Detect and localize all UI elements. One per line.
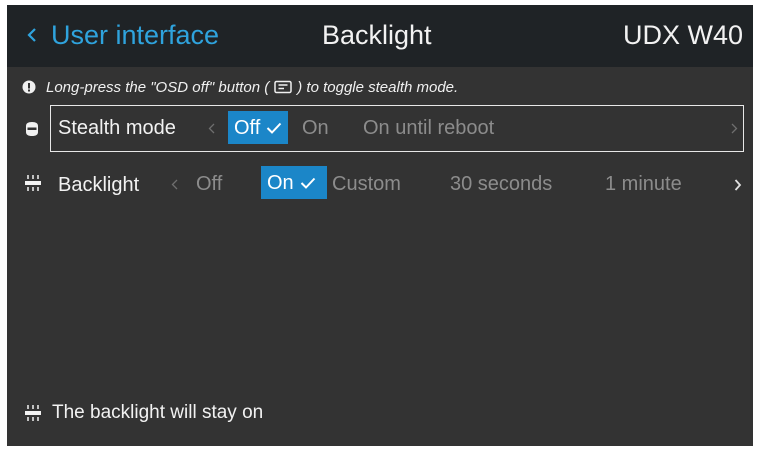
device-model: UDX W40 <box>622 20 743 50</box>
chevron-left-icon <box>27 28 36 42</box>
info-text-after: ) to toggle stealth mode. <box>297 78 459 96</box>
stealth-mode-label: Stealth mode <box>58 117 176 139</box>
backlight-option-on[interactable]: On <box>261 166 327 199</box>
backlight-option-on-label: On <box>267 171 294 194</box>
info-text-before: Long-press the "OSD off" button ( <box>46 78 270 96</box>
backlight-icon <box>25 405 41 421</box>
header-bar: User interface Backlight UDX W40 <box>7 5 753 67</box>
status-message: The backlight will stay on <box>24 402 263 424</box>
stealth-option-on-until-reboot[interactable]: On until reboot <box>363 116 494 140</box>
info-icon <box>22 80 36 94</box>
backlight-option-1-minute[interactable]: 1 minute <box>605 172 682 196</box>
backlight-row[interactable]: Backlight Off On Custom 30 seconds 1 min… <box>50 165 744 205</box>
stealth-icon <box>26 122 38 136</box>
osd-button-icon <box>274 80 293 94</box>
page-title: Backlight <box>322 20 432 50</box>
chevron-right-icon[interactable] <box>734 179 742 191</box>
stealth-option-on[interactable]: On <box>302 116 329 140</box>
backlight-option-custom[interactable]: Custom <box>332 172 401 196</box>
backlight-option-30-seconds[interactable]: 30 seconds <box>450 172 552 196</box>
stealth-option-off[interactable]: Off <box>228 111 289 144</box>
check-icon <box>267 122 282 134</box>
back-label: User interface <box>51 20 220 50</box>
status-text: The backlight will stay on <box>52 402 264 423</box>
chevron-left-icon[interactable] <box>208 123 215 134</box>
chevron-right-icon[interactable] <box>731 123 738 134</box>
stealth-mode-row[interactable]: Stealth mode Off On On until reboot <box>50 105 744 152</box>
back-button[interactable]: User interface <box>27 20 219 50</box>
info-message: Long-press the "OSD off" button ( ) to t… <box>22 76 458 98</box>
stealth-option-off-label: Off <box>234 116 261 139</box>
chevron-left-icon[interactable] <box>171 179 178 190</box>
check-icon <box>300 177 315 189</box>
backlight-icon <box>25 175 41 191</box>
backlight-option-off[interactable]: Off <box>196 172 222 196</box>
backlight-label: Backlight <box>58 174 140 196</box>
osd-screen: User interface Backlight UDX W40 Long-pr… <box>7 5 753 446</box>
